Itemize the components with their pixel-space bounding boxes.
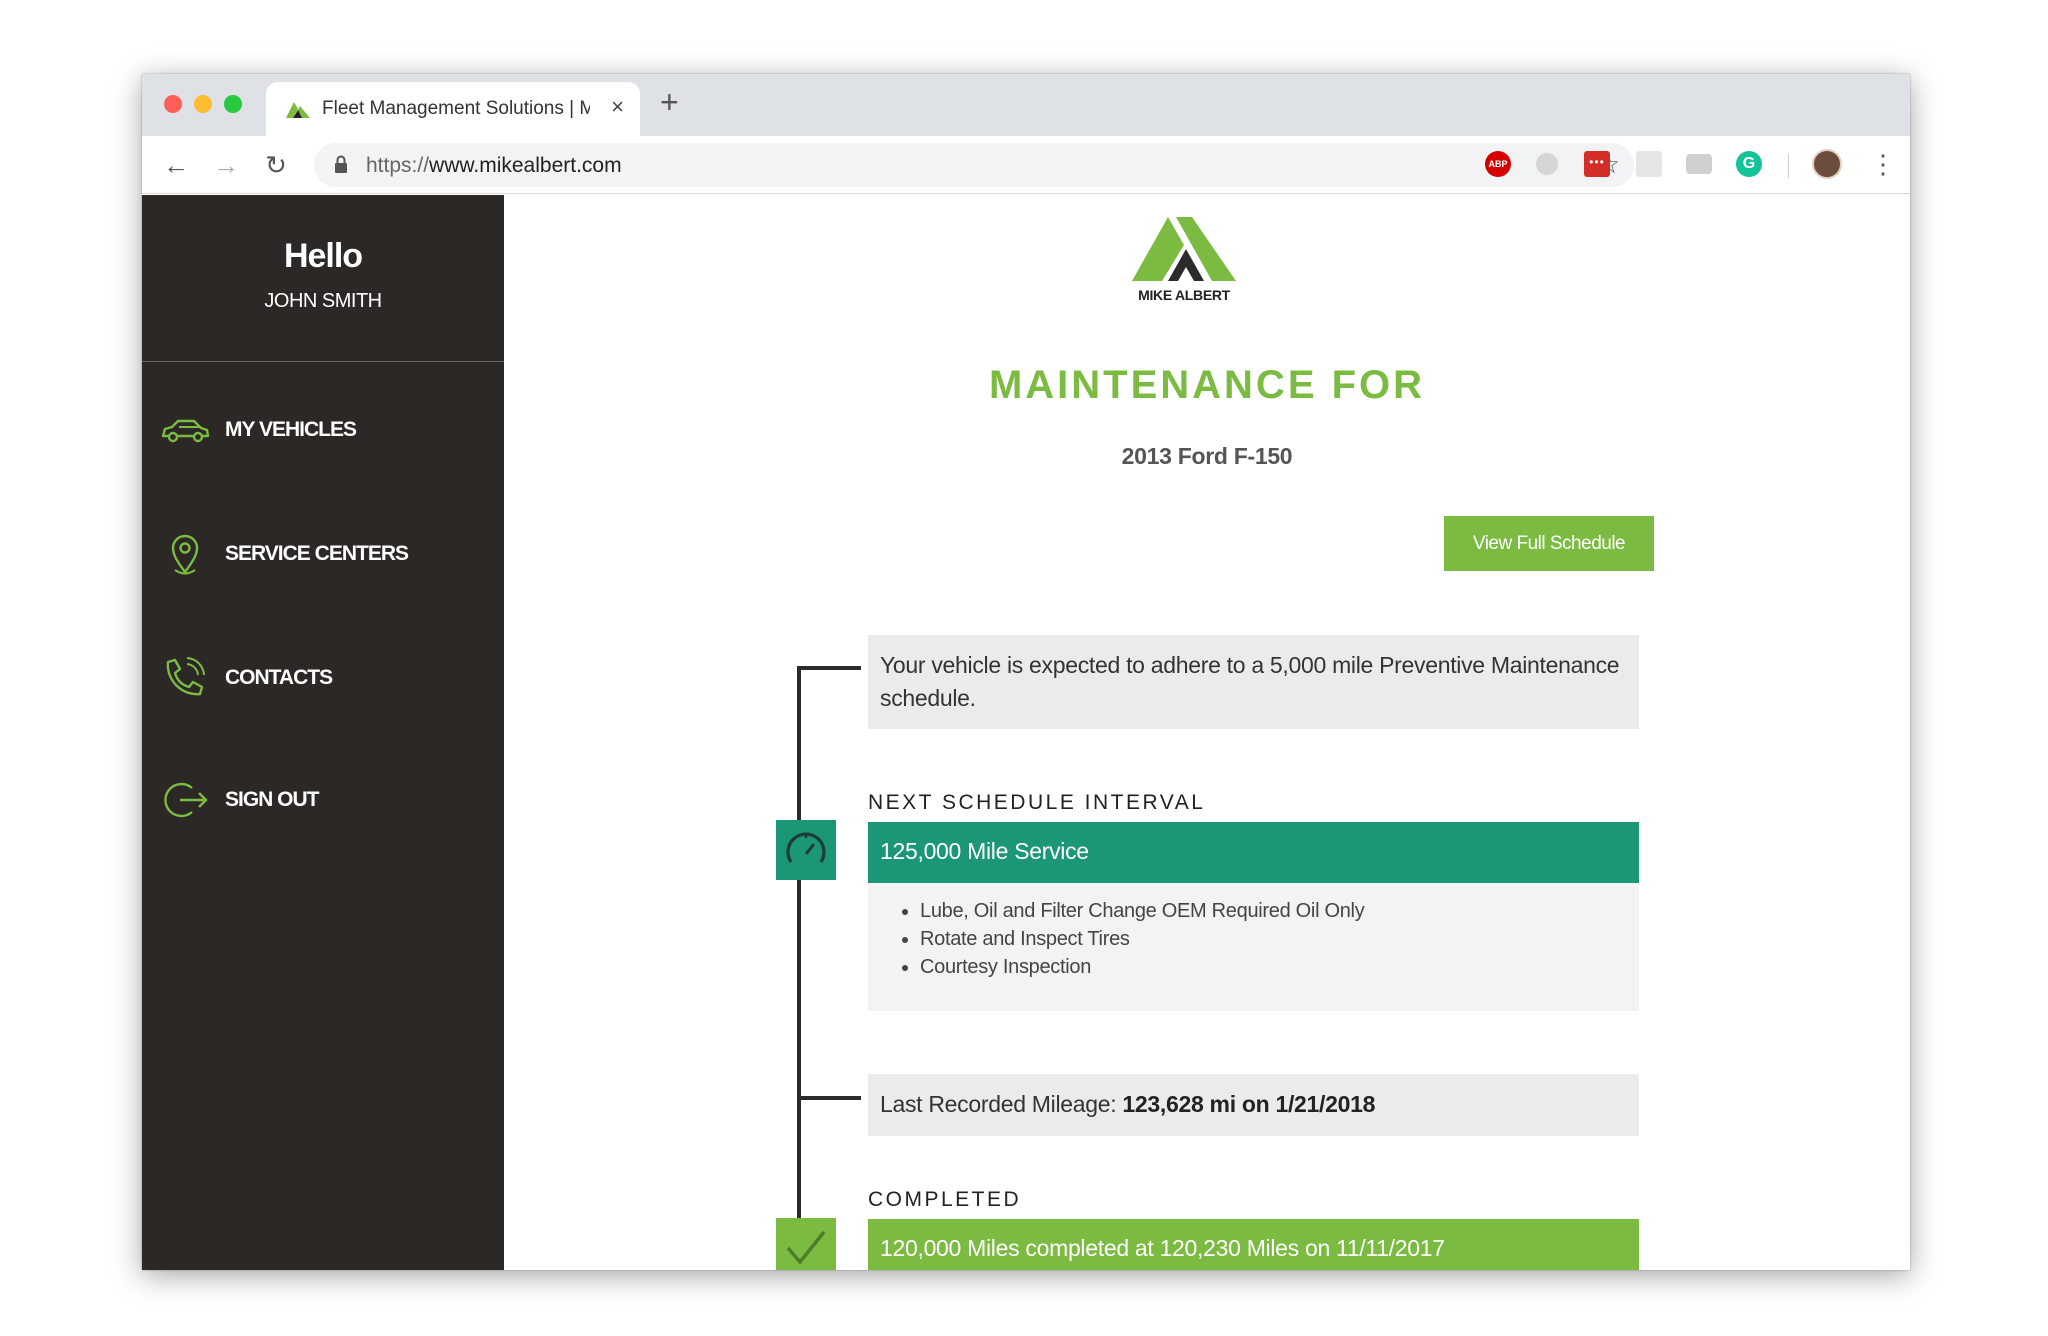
sign-out-icon (164, 782, 208, 818)
extension-icon[interactable] (1636, 151, 1662, 177)
service-items-panel: Lube, Oil and Filter Change OEM Required… (868, 883, 1639, 1011)
sidebar-divider (142, 361, 504, 362)
greeting: Hello (283, 237, 363, 275)
last-mileage-value: 123,628 mi on 1/21/2018 (1122, 1091, 1376, 1117)
forward-arrow-icon[interactable]: → (208, 147, 244, 183)
grammarly-extension-icon[interactable]: G (1736, 151, 1762, 177)
sidebar: Hello JOHN SMITH MY VEHICLES SERVICE CEN… (142, 195, 504, 1270)
view-full-schedule-button[interactable]: View Full Schedule (1444, 516, 1654, 571)
close-window-button[interactable] (164, 95, 182, 113)
extension-icon[interactable] (1686, 154, 1712, 174)
schedule-info-box: Your vehicle is expected to adhere to a … (868, 635, 1639, 729)
maximize-window-button[interactable] (224, 95, 242, 113)
browser-tab[interactable]: Fleet Management Solutions | Mike Albert… (266, 82, 640, 136)
next-service-title: 125,000 Mile Service (880, 838, 1089, 864)
mike-albert-favicon-icon (286, 102, 310, 118)
browser-window: Fleet Management Solutions | Mike Albert… (142, 74, 1910, 1270)
reload-icon[interactable]: ↻ (258, 147, 294, 183)
completed-service-text: 120,000 Miles completed at 120,230 Miles… (880, 1235, 1445, 1261)
sidebar-item-label: SERVICE CENTERS (225, 542, 409, 565)
completed-service-bar: 120,000 Miles completed at 120,230 Miles… (868, 1219, 1639, 1270)
sidebar-item-label: CONTACTS (225, 666, 333, 689)
service-item: Lube, Oil and Filter Change OEM Required… (920, 897, 1365, 925)
completed-label: COMPLETED (868, 1188, 1022, 1211)
address-bar[interactable]: https://www.mikealbert.com ☆ (314, 143, 1634, 187)
browser-menu-icon[interactable]: ⋮ (1870, 147, 1896, 181)
sidebar-item-contacts[interactable]: CONTACTS (142, 648, 504, 708)
checkmark-icon (776, 1218, 836, 1270)
tab-title: Fleet Management Solutions | Mike Albert (322, 98, 590, 119)
phone-icon (166, 657, 205, 696)
schedule-info-text: Your vehicle is expected to adhere to a … (880, 652, 1620, 711)
minimize-window-button[interactable] (194, 95, 212, 113)
last-mileage-box: Last Recorded Mileage: 123,628 mi on 1/2… (868, 1074, 1639, 1136)
url-text: https://www.mikealbert.com (366, 154, 622, 178)
user-name: JOHN SMITH (264, 290, 382, 312)
sidebar-item-my-vehicles[interactable]: MY VEHICLES (142, 400, 504, 460)
back-arrow-icon[interactable]: ← (158, 147, 194, 183)
browser-toolbar: ← → ↻ https://www.mikealbert.com ☆ ABP •… (142, 136, 1910, 194)
profile-avatar[interactable] (1812, 149, 1842, 179)
map-pin-icon (171, 534, 199, 575)
toolbar-divider (1788, 154, 1789, 178)
timeline-connector (797, 666, 861, 670)
lastpass-extension-icon[interactable]: ••• (1584, 151, 1610, 177)
service-item: Rotate and Inspect Tires (920, 925, 1364, 953)
sidebar-item-service-centers[interactable]: SERVICE CENTERS (142, 524, 504, 584)
url-scheme: https:// (366, 154, 430, 177)
service-items-list: Lube, Oil and Filter Change OEM Required… (920, 897, 1365, 981)
next-service-bar: 125,000 Mile Service (868, 822, 1639, 883)
adblock-extension-icon[interactable]: ABP (1485, 151, 1511, 177)
vehicle-name: 2013 Ford F-150 (1121, 443, 1293, 469)
last-mileage-label: Last Recorded Mileage: (880, 1091, 1117, 1117)
timeline-connector (797, 1096, 861, 1100)
speedometer-icon (776, 820, 836, 880)
sidebar-item-sign-out[interactable]: SIGN OUT (142, 770, 504, 830)
lock-icon (335, 155, 347, 173)
last-mileage-text: Last Recorded Mileage: 123,628 mi on 1/2… (880, 1091, 1375, 1118)
service-item: Courtesy Inspection (920, 953, 1364, 981)
url-host: www.mikealbert.com (429, 154, 622, 177)
main-content: MIKE ALBERT MAINTENANCE FOR 2013 Ford F-… (504, 195, 1910, 1270)
sidebar-item-label: SIGN OUT (225, 788, 320, 811)
logo-wordmark: MIKE ALBERT (1138, 287, 1230, 303)
extension-icon[interactable] (1536, 153, 1558, 175)
page-title: MAINTENANCE FOR (988, 363, 1426, 407)
web-page: Hello JOHN SMITH MY VEHICLES SERVICE CEN… (142, 195, 1910, 1270)
tab-close-icon[interactable]: × (611, 94, 624, 120)
tab-strip: Fleet Management Solutions | Mike Albert… (142, 74, 1910, 136)
new-tab-button[interactable]: + (660, 84, 679, 121)
sidebar-item-label: MY VEHICLES (225, 418, 357, 441)
next-interval-label: NEXT SCHEDULE INTERVAL (868, 791, 1206, 814)
car-icon (161, 419, 210, 443)
timeline-line (797, 668, 801, 1270)
